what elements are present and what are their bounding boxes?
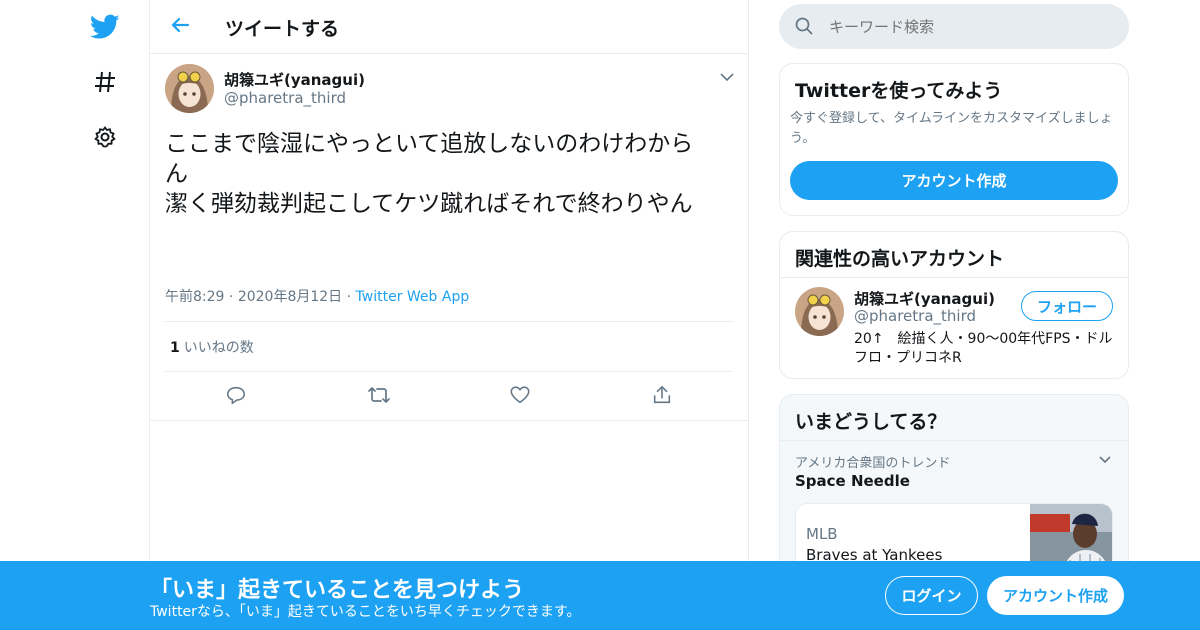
tweet-actions — [150, 384, 748, 410]
trends-card-title: いまどうしてる？ — [795, 411, 947, 433]
signup-button[interactable]: アカウント作成 — [987, 576, 1124, 615]
divider — [165, 371, 733, 372]
avatar[interactable] — [795, 287, 844, 336]
tweet-time[interactable]: 午前8:29 — [165, 289, 224, 305]
search-box[interactable] — [779, 4, 1129, 49]
chevron-down-icon[interactable] — [718, 68, 736, 86]
signup-card-description: 今すぐ登録して、タイムラインをカスタマイズしましょう。 — [790, 111, 1113, 146]
related-card-title: 関連性の高いアカウント — [795, 248, 1005, 270]
share-icon[interactable] — [651, 384, 675, 408]
likes-count[interactable]: 1 いいねの数 — [170, 337, 254, 357]
tweet-date[interactable]: 2020年8月12日 — [238, 289, 342, 305]
source-app-link[interactable]: Twitter Web App — [356, 289, 470, 305]
chevron-down-icon[interactable] — [1097, 452, 1113, 468]
page-title: ツイートする — [225, 18, 340, 40]
trend-context: アメリカ合衆国のトレンド — [795, 456, 951, 471]
login-button[interactable]: ログイン — [885, 576, 978, 615]
create-account-button[interactable]: アカウント作成 — [790, 161, 1118, 200]
twitter-logo-icon[interactable] — [88, 10, 122, 44]
related-accounts-card: 関連性の高いアカウント 胡簶ユギ(yanagui) @pharetra_thir… — [779, 231, 1129, 379]
divider — [780, 277, 1128, 278]
author-handle[interactable]: @pharetra_third — [224, 89, 346, 107]
bottom-bar-title: 「いま」起きていることを見つけよう — [150, 578, 525, 603]
signup-card: Twitterを使ってみよう 今すぐ登録して、タイムラインをカスタマイズしましょ… — [779, 63, 1129, 216]
author-name[interactable]: 胡簶ユギ(yanagui) — [224, 69, 365, 90]
separator-dot: · — [346, 289, 356, 305]
related-account-bio: 20↑ 絵描く人・90～00年代FPS・ドルフロ・プリコネR — [854, 331, 1113, 366]
related-account-handle[interactable]: @pharetra_third — [854, 307, 976, 325]
like-count-label: いいねの数 — [183, 340, 254, 356]
divider — [150, 420, 748, 421]
follow-button[interactable]: フォロー — [1021, 291, 1113, 321]
divider — [780, 440, 1128, 441]
signup-card-title: Twitterを使ってみよう — [795, 80, 1003, 102]
search-input[interactable] — [829, 16, 1109, 38]
retweet-icon[interactable] — [367, 384, 391, 408]
column-header: ツイートする — [150, 0, 748, 54]
heart-icon[interactable] — [509, 384, 533, 408]
reply-icon[interactable] — [225, 384, 249, 408]
left-nav — [0, 0, 150, 630]
bottom-signup-bar: 「いま」起きていることを見つけよう Twitterなら、「いま」起きていることを… — [0, 561, 1200, 630]
tweet-text: ここまで陰湿にやっといて追放しないのわけわから ん 潔く弾劾裁判起こしてケツ蹴れ… — [165, 131, 694, 217]
gear-icon[interactable] — [88, 120, 122, 154]
tweet-meta: 午前8:29 · 2020年8月12日 · Twitter Web App — [165, 286, 469, 306]
search-icon — [794, 16, 815, 37]
event-category: MLB — [806, 525, 838, 543]
like-count-value: 1 — [170, 340, 180, 356]
trend-name[interactable]: Space Needle — [795, 472, 910, 490]
avatar[interactable] — [165, 64, 214, 113]
hashtag-icon[interactable] — [88, 65, 122, 99]
separator-dot: · — [228, 289, 238, 305]
back-arrow-icon[interactable] — [168, 13, 196, 41]
divider — [165, 321, 733, 322]
bottom-bar-subtitle: Twitterなら、「いま」起きていることをいち早くチェックできます。 — [150, 604, 581, 620]
related-account-name[interactable]: 胡簶ユギ(yanagui) — [854, 288, 995, 309]
tweet-column: ツイートする 胡簶ユギ(yanagui) @pharetra_third ここま… — [149, 0, 749, 630]
